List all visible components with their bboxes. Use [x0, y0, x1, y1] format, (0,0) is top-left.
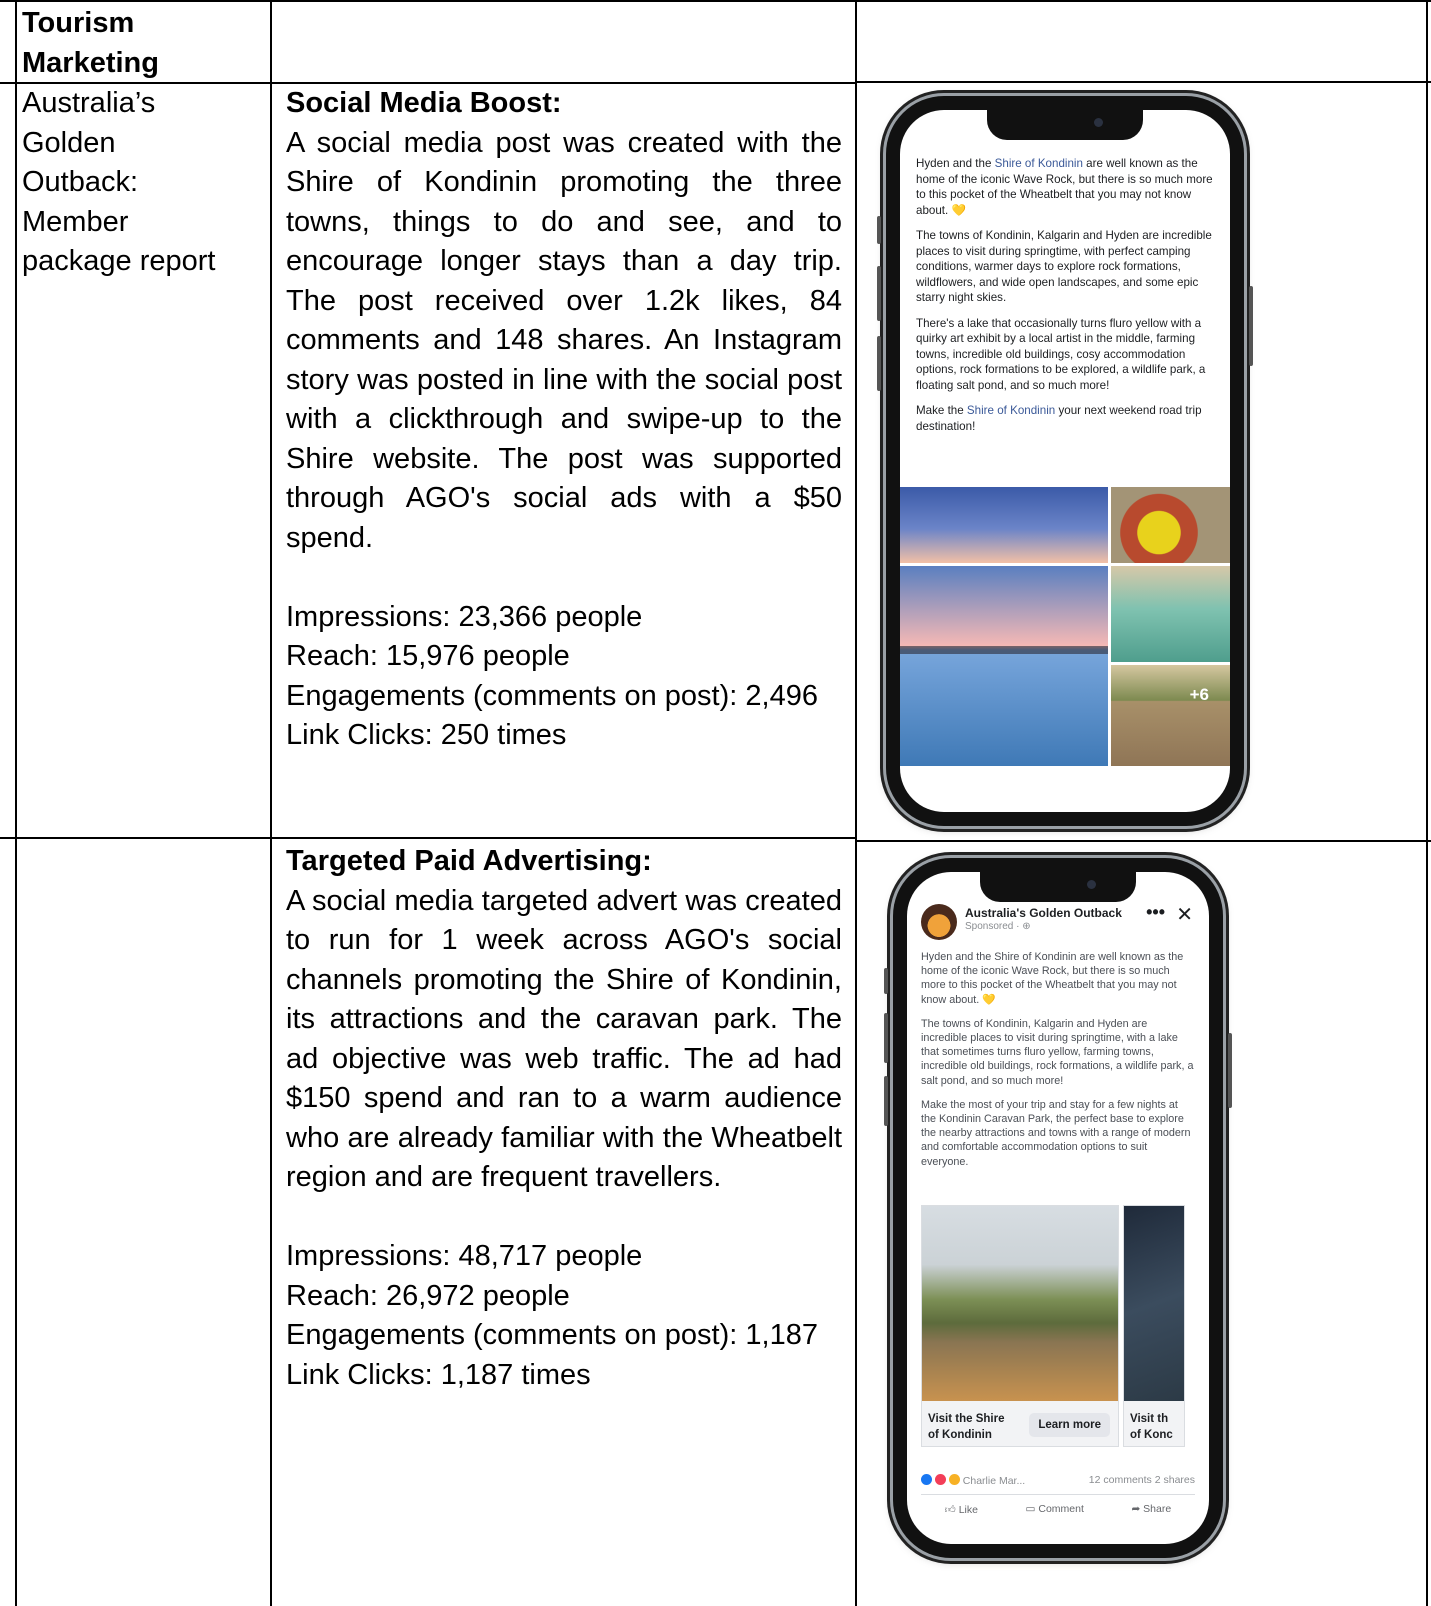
post-paragraph: There's a lake that occasionally turns f… [916, 316, 1206, 392]
table-border-left [15, 0, 17, 1606]
section-heading: Social Media Boost: [286, 87, 562, 119]
action-bar: 👍︎ Like ▭ Comment ➦ Share [921, 1494, 1195, 1516]
photo-lake-reflection[interactable] [900, 566, 1108, 766]
org-line: Outback: [22, 166, 139, 198]
section-body: A social media targeted advert was creat… [286, 884, 842, 1194]
heart-emoji-icon: 💛 [982, 993, 996, 1006]
phone-mockup-facebook-post: Hyden and the Shire of Kondinin are well… [877, 96, 1253, 826]
comment-count[interactable]: 12 comments [1089, 1474, 1152, 1486]
photo-aerial-lake[interactable] [1111, 487, 1230, 563]
photo-more[interactable]: +6 [1111, 665, 1230, 766]
ad-paragraph: The towns of Kondinin, Kalgarin and Hyde… [921, 1017, 1194, 1087]
phone-side-button [884, 1076, 888, 1126]
phone-notch [980, 872, 1136, 902]
carousel-card[interactable]: Visit the Shire of Kondinin Learn more [921, 1205, 1119, 1447]
phone-side-button [1249, 286, 1253, 366]
table-border-top [0, 0, 1431, 2]
table-row-divider [855, 840, 1431, 842]
carousel-card[interactable]: Visit th of Konc [1123, 1205, 1185, 1447]
social-media-boost-section: Social Media Boost: A social media post … [286, 84, 842, 756]
ad-header: Australia's Golden Outback Sponsored · ⊕… [921, 902, 1195, 942]
phone-side-button [877, 216, 881, 244]
page-name[interactable]: Australia's Golden Outback [965, 906, 1122, 920]
reactions-bar[interactable]: Charlie Mar... 12 comments 2 shares [921, 1474, 1195, 1487]
link-clicks-stat: Link Clicks: 250 times [286, 719, 567, 751]
shire-link[interactable]: Shire of Kondinin [967, 404, 1055, 417]
org-line: Member [22, 205, 129, 238]
share-icon: ➦ [1131, 1503, 1141, 1515]
engagements-stat: Engagements (comments on post): 1,187 [286, 1319, 818, 1351]
org-line: package report [22, 245, 216, 277]
phone-side-button [884, 1013, 888, 1063]
phone-screen: Hyden and the Shire of Kondinin are well… [900, 110, 1230, 812]
more-options-icon[interactable]: ••• [1146, 902, 1165, 923]
org-line: Golden [22, 126, 116, 159]
table-column-divider [270, 0, 272, 1606]
header-title-line2: Marketing [22, 46, 159, 79]
table-border-right [1426, 0, 1428, 1606]
reach-stat: Reach: 26,972 people [286, 1279, 570, 1312]
post-text: Hyden and the Shire of Kondinin are well… [916, 157, 1213, 433]
table-row-divider [855, 81, 1431, 83]
comment-icon: ▭ [1025, 1503, 1036, 1515]
more-photos-count: +6 [1189, 685, 1209, 704]
impressions-stat: Impressions: 23,366 people [286, 600, 643, 633]
share-button[interactable]: ➦ Share [1131, 1503, 1171, 1516]
phone-screen: Australia's Golden Outback Sponsored · ⊕… [907, 872, 1209, 1544]
ad-paragraph: Make the most of your trip and stay for … [921, 1098, 1191, 1168]
like-button[interactable]: 👍︎ Like [945, 1503, 978, 1516]
wow-reaction-icon [948, 1474, 960, 1485]
card-title: Visit th of Konc [1130, 1413, 1173, 1441]
post-paragraph: The towns of Kondinin, Kalgarin and Hyde… [916, 229, 1212, 304]
section-heading: Targeted Paid Advertising: [286, 845, 652, 877]
reach-stat: Reach: 15,976 people [286, 640, 570, 672]
member-package-label: Australia’s Golden Outback: Member packa… [22, 84, 267, 282]
caravan-park-photo [922, 1206, 1118, 1401]
phone-side-button [884, 968, 888, 994]
reactor-name: Charlie Mar... [962, 1475, 1026, 1487]
table-row-divider [0, 837, 855, 839]
heart-emoji-icon: 💛 [951, 203, 966, 217]
share-count[interactable]: 2 shares [1155, 1474, 1195, 1486]
impressions-stat: Impressions: 48,717 people [286, 1240, 643, 1272]
header-title-line1: Tourism [22, 7, 135, 39]
love-reaction-icon [934, 1474, 946, 1485]
sponsored-label: Sponsored · ⊕ [965, 921, 1031, 932]
card-title: Visit the Shire of Kondinin [928, 1413, 1005, 1441]
phone-mockup-sponsored-ad: Australia's Golden Outback Sponsored · ⊕… [884, 858, 1232, 1558]
photo-sunset-sky[interactable] [900, 487, 1108, 563]
thumbs-up-icon: 👍︎ [944, 1504, 956, 1516]
engagements-stat: Engagements (comments on post): 2,496 [286, 679, 818, 712]
page-logo-icon[interactable] [921, 904, 957, 940]
phone-side-button [877, 336, 881, 391]
phone-side-button [1228, 1033, 1232, 1108]
phone-notch [987, 110, 1143, 140]
link-clicks-stat: Link Clicks: 1,187 times [286, 1358, 591, 1391]
org-line: Australia’s [22, 87, 156, 119]
targeted-paid-advertising-section: Targeted Paid Advertising: A social medi… [286, 842, 842, 1395]
phone-side-button [877, 266, 881, 321]
card-photo [1124, 1206, 1184, 1401]
close-icon[interactable]: ✕ [1176, 902, 1193, 927]
comment-button[interactable]: ▭ Comment [1026, 1503, 1084, 1516]
learn-more-button[interactable]: Learn more [1029, 1413, 1110, 1437]
shire-link[interactable]: Shire of Kondinin [995, 157, 1083, 170]
table-column-divider [855, 0, 857, 1606]
ad-text: Hyden and the Shire of Kondinin are well… [921, 951, 1194, 1168]
like-reaction-icon [921, 1474, 932, 1485]
photo-salt-pond[interactable] [1111, 566, 1230, 662]
section-body: A social media post was created with the… [286, 126, 842, 554]
table-header: Tourism Marketing [22, 4, 262, 83]
